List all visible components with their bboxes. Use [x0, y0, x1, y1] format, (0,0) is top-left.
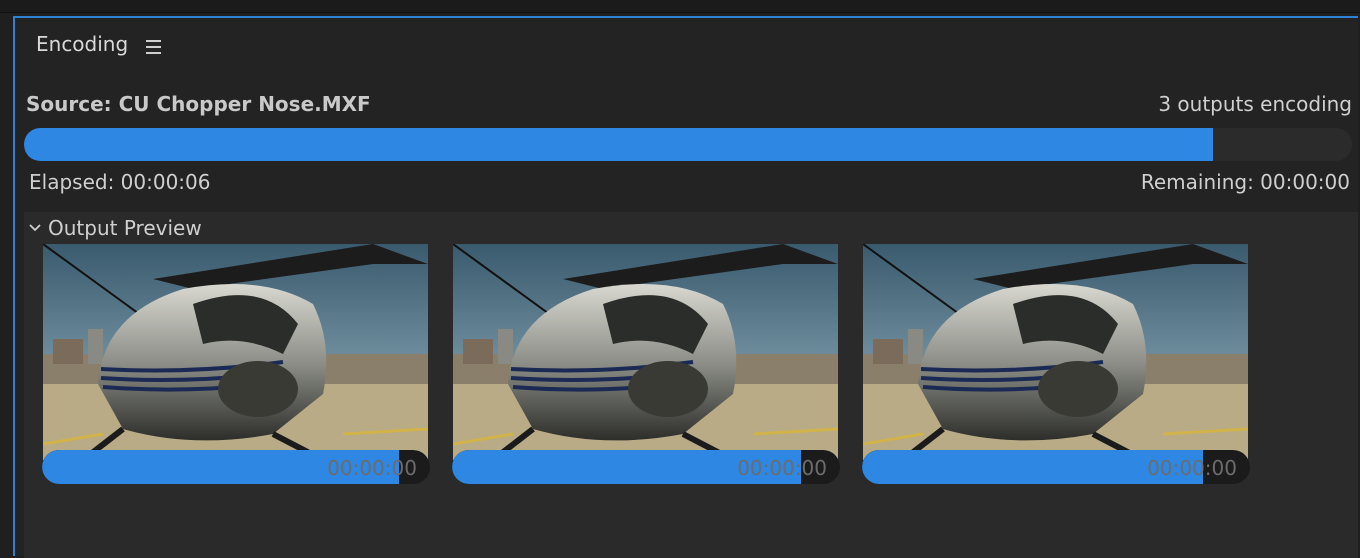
panel-title: Encoding — [36, 32, 129, 56]
helicopter-thumbnail-image — [43, 244, 428, 460]
outputs-count-label: 3 outputs encoding — [1158, 92, 1352, 116]
output-time: 00:00:00 — [1147, 456, 1237, 480]
output-thumbnail — [453, 244, 838, 460]
helicopter-thumbnail-image — [453, 244, 838, 460]
output-progress-bar: 00:00:00 — [42, 450, 430, 484]
encoding-progress-bar — [24, 128, 1352, 161]
output-preview-item — [444, 244, 838, 460]
chevron-down-icon — [29, 223, 41, 231]
output-thumbnail — [863, 244, 1248, 460]
output-progress-bar: 00:00:00 — [452, 450, 840, 484]
output-preview-toggle[interactable]: Output Preview — [28, 216, 202, 240]
output-preview-label: Output Preview — [48, 216, 202, 240]
encoding-progress-fill — [24, 128, 1213, 161]
hamburger-menu-icon[interactable] — [146, 40, 162, 54]
encoding-panel: Encoding Source: CU Chopper Nose.MXF 3 o… — [13, 16, 1358, 558]
source-label: Source: CU Chopper Nose.MXF — [26, 92, 371, 116]
output-preview-item — [34, 244, 428, 460]
helicopter-thumbnail-image — [863, 244, 1248, 460]
output-preview-item — [854, 244, 1248, 460]
output-time: 00:00:00 — [737, 456, 827, 480]
top-strip — [0, 0, 1360, 13]
panel-header: Encoding — [15, 18, 1358, 72]
output-preview-section: Output Preview 00:00:00 00:00:00 00:00:0… — [24, 212, 1358, 558]
output-progress-bar: 00:00:00 — [862, 450, 1250, 484]
output-thumbnail — [43, 244, 428, 460]
remaining-time: Remaining: 00:00:00 — [1140, 170, 1350, 194]
output-time: 00:00:00 — [327, 456, 417, 480]
elapsed-time: Elapsed: 00:00:06 — [29, 170, 211, 194]
